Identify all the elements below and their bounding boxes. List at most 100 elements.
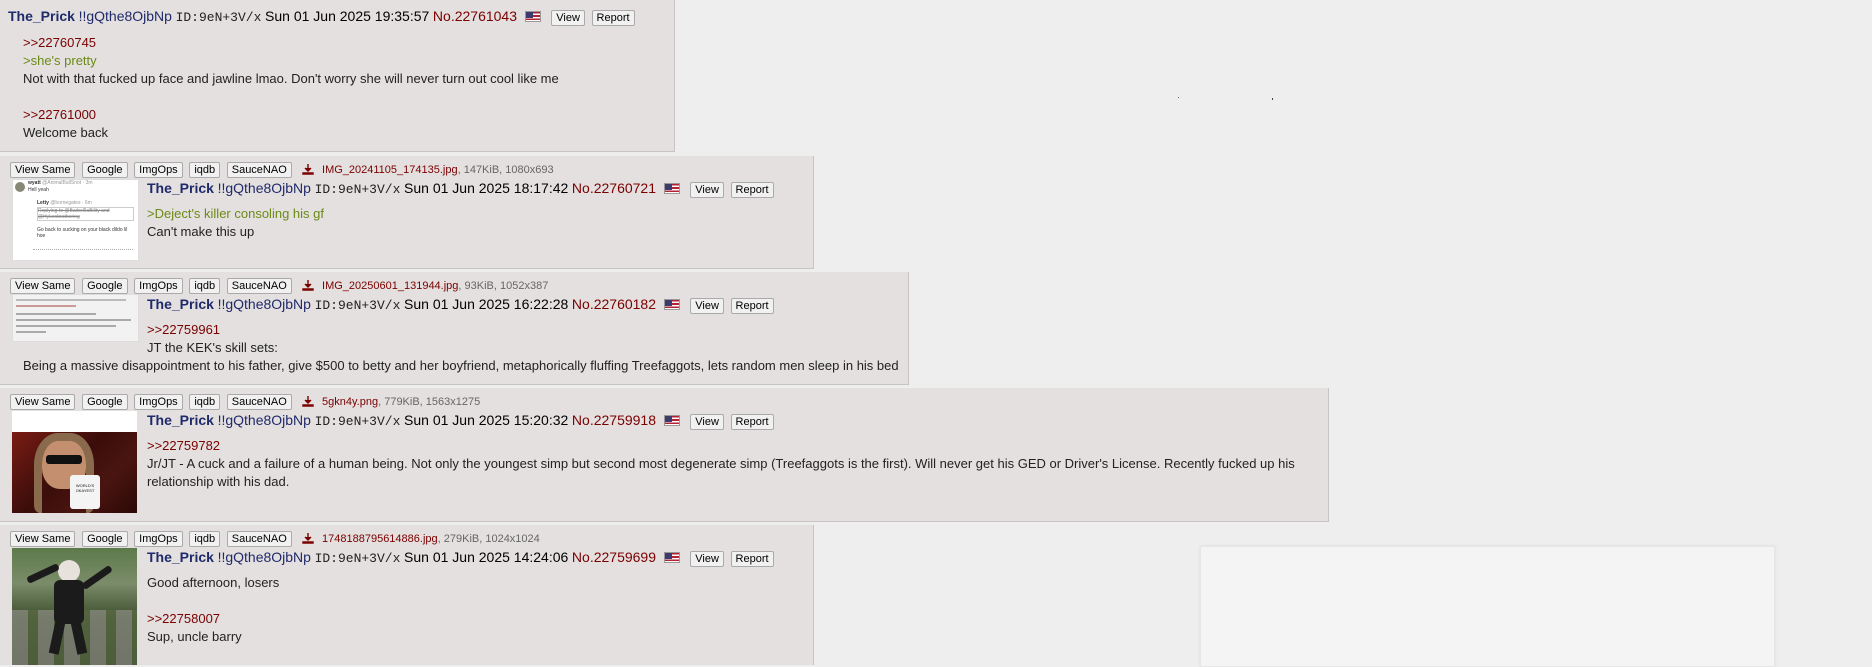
google-button[interactable]: Google <box>82 394 128 410</box>
report-button[interactable]: Report <box>730 414 774 430</box>
report-button[interactable]: Report <box>591 10 635 26</box>
report-button[interactable]: Report <box>730 298 774 314</box>
tripcode: !!gQthe8OjbNp <box>217 296 311 312</box>
view-button[interactable]: View <box>690 182 724 198</box>
post-number[interactable]: No.22759918 <box>572 412 656 428</box>
tweet-reply-strike: Replying to @BarbellIaBility and @Hykenb… <box>37 207 134 221</box>
post-thumbnail[interactable]: WORLD'S OKAYEST <box>12 411 137 513</box>
post-22759699: View Same Google ImgOps iqdb SauceNAO 17… <box>0 525 814 665</box>
file-meta: , 147KiB, 1080x693 <box>457 164 554 176</box>
saucenao-button[interactable]: SauceNAO <box>226 162 292 178</box>
figure-body <box>54 580 84 624</box>
post-body-text: JT the KEK's skill sets: <box>147 340 278 355</box>
poster-id[interactable]: ID:9eN+3V/x <box>315 414 401 429</box>
figure-head <box>58 560 80 582</box>
ad-placeholder[interactable] <box>1200 546 1775 667</box>
iqdb-button[interactable]: iqdb <box>189 162 221 178</box>
quote-link[interactable]: >>22759961 <box>147 322 220 338</box>
quote-link[interactable]: >>22761000 <box>23 107 96 123</box>
report-button[interactable]: Report <box>730 182 774 198</box>
file-name-link[interactable]: IMG_20241105_174135.jpg <box>322 164 458 176</box>
post-body-text: Jr/JT - A cuck and a failure of a human … <box>147 456 1295 471</box>
image-search-toolbar: View Same Google ImgOps iqdb SauceNAO 17… <box>10 530 540 547</box>
post-body-text: Being a massive disappointment to his fa… <box>23 358 899 373</box>
imgops-button[interactable]: ImgOps <box>134 531 183 547</box>
view-same-button[interactable]: View Same <box>10 278 76 294</box>
google-button[interactable]: Google <box>82 531 128 547</box>
quote-link[interactable]: >>22758007 <box>147 611 220 627</box>
quote-link[interactable]: >>22759782 <box>147 438 220 454</box>
imgops-button[interactable]: ImgOps <box>134 394 183 410</box>
post-date: Sun 01 Jun 2025 19:35:57 <box>265 8 430 24</box>
us-flag-icon <box>663 299 680 310</box>
us-flag-icon <box>524 11 541 22</box>
saucenao-button[interactable]: SauceNAO <box>226 531 292 547</box>
avatar <box>15 182 25 192</box>
tripcode: !!gQthe8OjbNp <box>217 180 311 196</box>
view-button[interactable]: View <box>551 10 585 26</box>
view-same-button[interactable]: View Same <box>10 162 76 178</box>
quote-link[interactable]: >>22760745 <box>23 35 96 51</box>
imgops-button[interactable]: ImgOps <box>134 162 183 178</box>
file-name-link[interactable]: 1748188795614886.jpg <box>322 533 438 545</box>
tripcode: !!gQthe8OjbNp <box>217 549 311 565</box>
tripcode: !!gQthe8OjbNp <box>217 412 311 428</box>
greentext: >Deject's killer consoling his gf <box>147 206 324 221</box>
tweet-user: wyatt <box>28 180 41 186</box>
poster-name[interactable]: The_Prick <box>147 296 214 312</box>
poster-id[interactable]: ID:9eN+3V/x <box>315 182 401 197</box>
post-number[interactable]: No.22761043 <box>433 8 517 24</box>
post-thumbnail[interactable]: wyatt @AnimalBallSnot · 3m Hell yeah Let… <box>12 179 139 261</box>
view-button[interactable]: View <box>690 414 724 430</box>
post-body-text: Welcome back <box>23 125 109 140</box>
poster-id[interactable]: ID:9eN+3V/x <box>176 10 262 25</box>
saucenao-button[interactable]: SauceNAO <box>226 278 292 294</box>
post-body-text: Sup, uncle barry <box>147 629 242 644</box>
download-icon[interactable] <box>302 279 315 291</box>
google-button[interactable]: Google <box>82 162 128 178</box>
mug-text: WORLD'S OKAYEST <box>70 475 100 509</box>
sunglasses <box>46 455 82 464</box>
report-button[interactable]: Report <box>730 551 774 567</box>
post-number[interactable]: No.22759699 <box>572 549 656 565</box>
file-meta: , 279KiB, 1024x1024 <box>437 533 540 545</box>
post-body-text: Good afternoon, losers <box>147 575 280 590</box>
view-button[interactable]: View <box>690 298 724 314</box>
download-icon[interactable] <box>302 163 315 175</box>
speck <box>1178 97 1179 98</box>
post-header: The_Prick !!gQthe8OjbNp ID:9eN+3V/x Sun … <box>8 8 635 26</box>
post-thumbnail[interactable] <box>12 294 139 342</box>
post-body-text: Not with that fucked up face and jawline… <box>23 71 559 86</box>
post-header: The_Prick !!gQthe8OjbNp ID:9eN+3V/x Sun … <box>147 549 774 567</box>
view-same-button[interactable]: View Same <box>10 531 76 547</box>
iqdb-button[interactable]: iqdb <box>189 531 221 547</box>
poster-name[interactable]: The_Prick <box>147 549 214 565</box>
image-search-toolbar: View Same Google ImgOps iqdb SauceNAO 5g… <box>10 393 480 410</box>
download-icon[interactable] <box>302 395 315 407</box>
post-thumbnail[interactable] <box>12 548 137 665</box>
poster-name[interactable]: The_Prick <box>147 180 214 196</box>
poster-id[interactable]: ID:9eN+3V/x <box>315 298 401 313</box>
google-button[interactable]: Google <box>82 278 128 294</box>
image-search-toolbar: View Same Google ImgOps iqdb SauceNAO IM… <box>10 161 554 178</box>
post-number[interactable]: No.22760182 <box>572 296 656 312</box>
post-number[interactable]: No.22760721 <box>572 180 656 196</box>
saucenao-button[interactable]: SauceNAO <box>226 394 292 410</box>
file-meta: , 93KiB, 1052x387 <box>458 280 549 292</box>
file-name-link[interactable]: 5gkn4y.png <box>322 396 378 408</box>
iqdb-button[interactable]: iqdb <box>189 278 221 294</box>
poster-name[interactable]: The_Prick <box>8 8 75 24</box>
view-same-button[interactable]: View Same <box>10 394 76 410</box>
greentext: >she's pretty <box>23 53 97 68</box>
post-22760182: View Same Google ImgOps iqdb SauceNAO IM… <box>0 272 909 385</box>
poster-name[interactable]: The_Prick <box>147 412 214 428</box>
file-name-link[interactable]: IMG_20250601_131944.jpg <box>322 280 458 292</box>
post-header: The_Prick !!gQthe8OjbNp ID:9eN+3V/x Sun … <box>147 412 774 430</box>
post-body-text: relationship with his dad. <box>147 474 290 489</box>
imgops-button[interactable]: ImgOps <box>134 278 183 294</box>
view-button[interactable]: View <box>690 551 724 567</box>
post-22759918: View Same Google ImgOps iqdb SauceNAO 5g… <box>0 388 1329 522</box>
iqdb-button[interactable]: iqdb <box>189 394 221 410</box>
poster-id[interactable]: ID:9eN+3V/x <box>315 551 401 566</box>
download-icon[interactable] <box>302 532 315 544</box>
